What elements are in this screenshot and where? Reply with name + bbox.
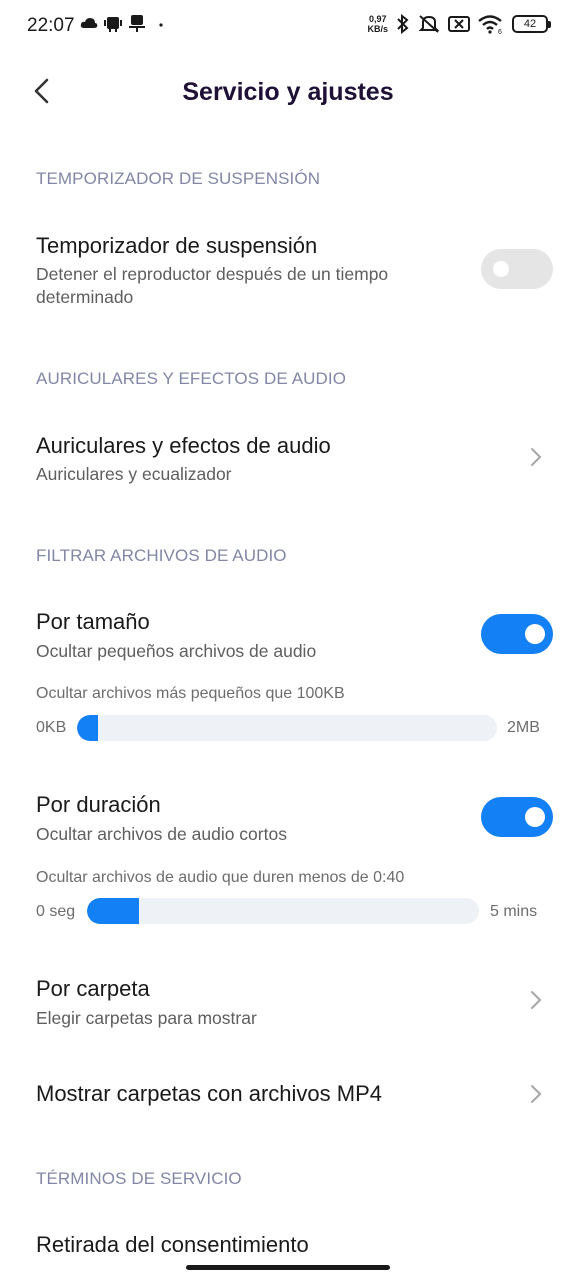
by-size-max-label: 2MB [507,719,540,736]
chevron-right-icon [531,448,542,466]
status-left-icons [80,14,166,32]
mp4-folders-title: Mostrar carpetas con archivos MP4 [36,1081,383,1106]
bluetooth-icon [397,14,409,34]
sleep-timer-row[interactable]: Temporizador de suspensión Detener el re… [0,226,576,326]
consent-row[interactable]: Retirada del consentimiento [0,1226,576,1266]
android-icon [104,17,122,32]
audio-effects-row[interactable]: Auriculares y efectos de audio Auricular… [0,425,576,495]
cloud-icon [80,18,98,28]
section-header-sleep-timer: TEMPORIZADOR DE SUSPENSIÓN [36,169,321,188]
dot-icon [159,23,163,27]
by-size-toggle[interactable] [481,614,553,654]
sleep-timer-subtitle: Detener el reproductor después de un tie… [36,264,389,307]
by-duration-toggle[interactable] [481,797,553,837]
chevron-right-icon [531,991,542,1009]
audio-effects-title: Auriculares y efectos de audio [36,433,331,458]
status-right-icons: 0,97 KB/s 6 42 [367,14,551,34]
consent-title: Retirada del consentimiento [36,1232,309,1257]
sleep-timer-toggle[interactable] [481,249,553,289]
audio-effects-subtitle: Auriculares y ecualizador [36,464,232,484]
net-speed: 0,97 KB/s [367,14,388,34]
by-duration-min-label: 0 seg [36,903,76,920]
section-header-filter: FILTRAR ARCHIVOS DE AUDIO [36,546,287,565]
page-title: Servicio y ajustes [182,78,394,106]
sleep-timer-title: Temporizador de suspensión [36,233,318,258]
section-header-audio-effects: AURICULARES Y EFECTOS DE AUDIO [36,369,347,388]
section-header-terms: TÉRMINOS DE SERVICIO [36,1169,242,1188]
mute-icon [418,15,440,33]
toggle-knob [525,807,545,827]
net-speed-unit: KB/s [367,24,388,34]
battery-icon: 42 [512,15,551,33]
by-size-min-label: 0KB [36,719,67,736]
header: Servicio y ajustes [0,64,576,120]
by-folder-subtitle: Elegir carpetas para mostrar [36,1008,257,1028]
net-speed-value: 0,97 [368,14,387,24]
sim-off-icon [448,16,470,32]
by-folder-title: Por carpeta [36,976,150,1001]
by-size-slider[interactable] [77,715,497,741]
by-duration-subtitle: Ocultar archivos de audio cortos [36,824,287,844]
chevron-right-icon [531,1085,542,1103]
home-indicator[interactable] [186,1265,390,1270]
by-folder-row[interactable]: Por carpeta Elegir carpetas para mostrar [0,970,576,1040]
status-bar: 22:07 0,97 KB/s 6 42 [0,0,576,54]
by-duration-row[interactable]: Por duración Ocultar archivos de audio c… [0,786,576,856]
toggle-knob [525,624,545,644]
mp4-folders-row[interactable]: Mostrar carpetas con archivos MP4 [0,1068,576,1120]
by-duration-title: Por duración [36,792,161,817]
notification-icon [129,15,145,32]
toggle-knob [493,261,509,277]
svg-text:6: 6 [498,29,502,34]
by-duration-slider-fill [87,898,140,924]
by-size-subtitle: Ocultar pequeños archivos de audio [36,641,317,661]
status-time: 22:07 [27,15,75,36]
by-size-title: Por tamaño [36,609,150,634]
by-duration-max-label: 5 mins [490,903,538,920]
wifi-icon: 6 [478,15,502,34]
by-size-row[interactable]: Por tamaño Ocultar pequeños archivos de … [0,603,576,673]
by-size-slider-fill [77,715,98,741]
by-size-caption: Ocultar archivos más pequeños que 100KB [36,685,345,702]
by-duration-caption: Ocultar archivos de audio que duren meno… [36,869,405,886]
by-duration-slider[interactable] [87,898,479,924]
